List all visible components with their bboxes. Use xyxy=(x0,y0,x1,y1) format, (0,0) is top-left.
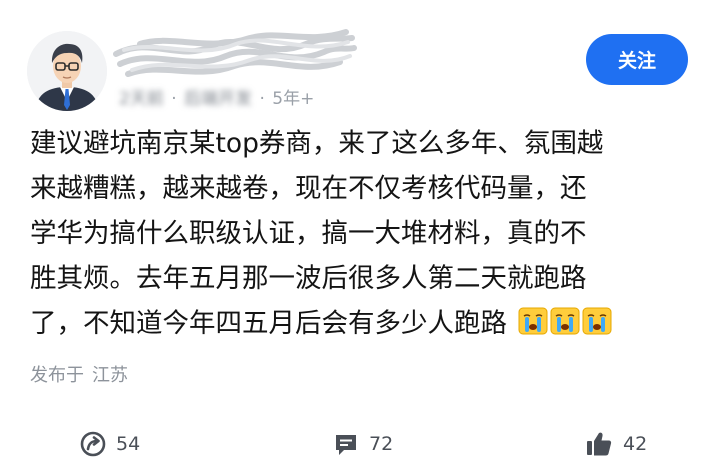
avatar[interactable] xyxy=(27,31,107,111)
post-card: 2天前 · 后端开发 · 5年+ 关注 建议避坑南京某top券商，来了这么多年、… xyxy=(0,0,716,468)
content-line: 建议避坑南京某top券商，来了这么多年、氛围越 xyxy=(30,128,604,159)
like-count: 42 xyxy=(623,433,648,455)
share-button[interactable]: 54 xyxy=(80,428,140,460)
like-button[interactable]: 42 xyxy=(585,428,647,460)
content-line: 学华为搞什么职级认证，搞一大堆材料，真的不 xyxy=(30,218,587,249)
redacted-username xyxy=(110,26,358,86)
author-experience: 5年+ xyxy=(272,89,315,109)
crying-emoji-icon xyxy=(518,304,548,335)
share-icon xyxy=(80,431,106,457)
crying-emoji-icon xyxy=(550,304,580,335)
share-count: 54 xyxy=(116,433,141,455)
comment-icon xyxy=(333,431,359,457)
thumbs-up-icon xyxy=(585,430,613,458)
content-line: 胜其烦。去年五月那一波后很多人第二天就跑路 xyxy=(30,263,587,294)
location-name: 江苏 xyxy=(92,365,128,386)
content-line: 了，不知道今年四五月后会有多少人跑路 xyxy=(30,308,507,339)
author-role: 后端开发 xyxy=(184,89,253,109)
post-content: 建议避坑南京某top券商，来了这么多年、氛围越 来越糟糕，越来越卷，现在不仅考核… xyxy=(30,121,690,346)
comment-button[interactable]: 72 xyxy=(333,428,393,460)
post-location: 发布于 江苏 xyxy=(30,361,128,387)
content-line: 来越糟糕，越来越卷，现在不仅考核代码量，还 xyxy=(30,173,587,204)
follow-button[interactable]: 关注 xyxy=(586,34,688,85)
emoji-row xyxy=(518,304,612,335)
comment-count: 72 xyxy=(369,433,394,455)
post-meta: 2天前 · 后端开发 · 5年+ xyxy=(119,89,315,109)
crying-emoji-icon xyxy=(582,304,612,335)
post-time: 2天前 xyxy=(119,89,164,109)
location-prefix: 发布于 xyxy=(30,365,84,386)
